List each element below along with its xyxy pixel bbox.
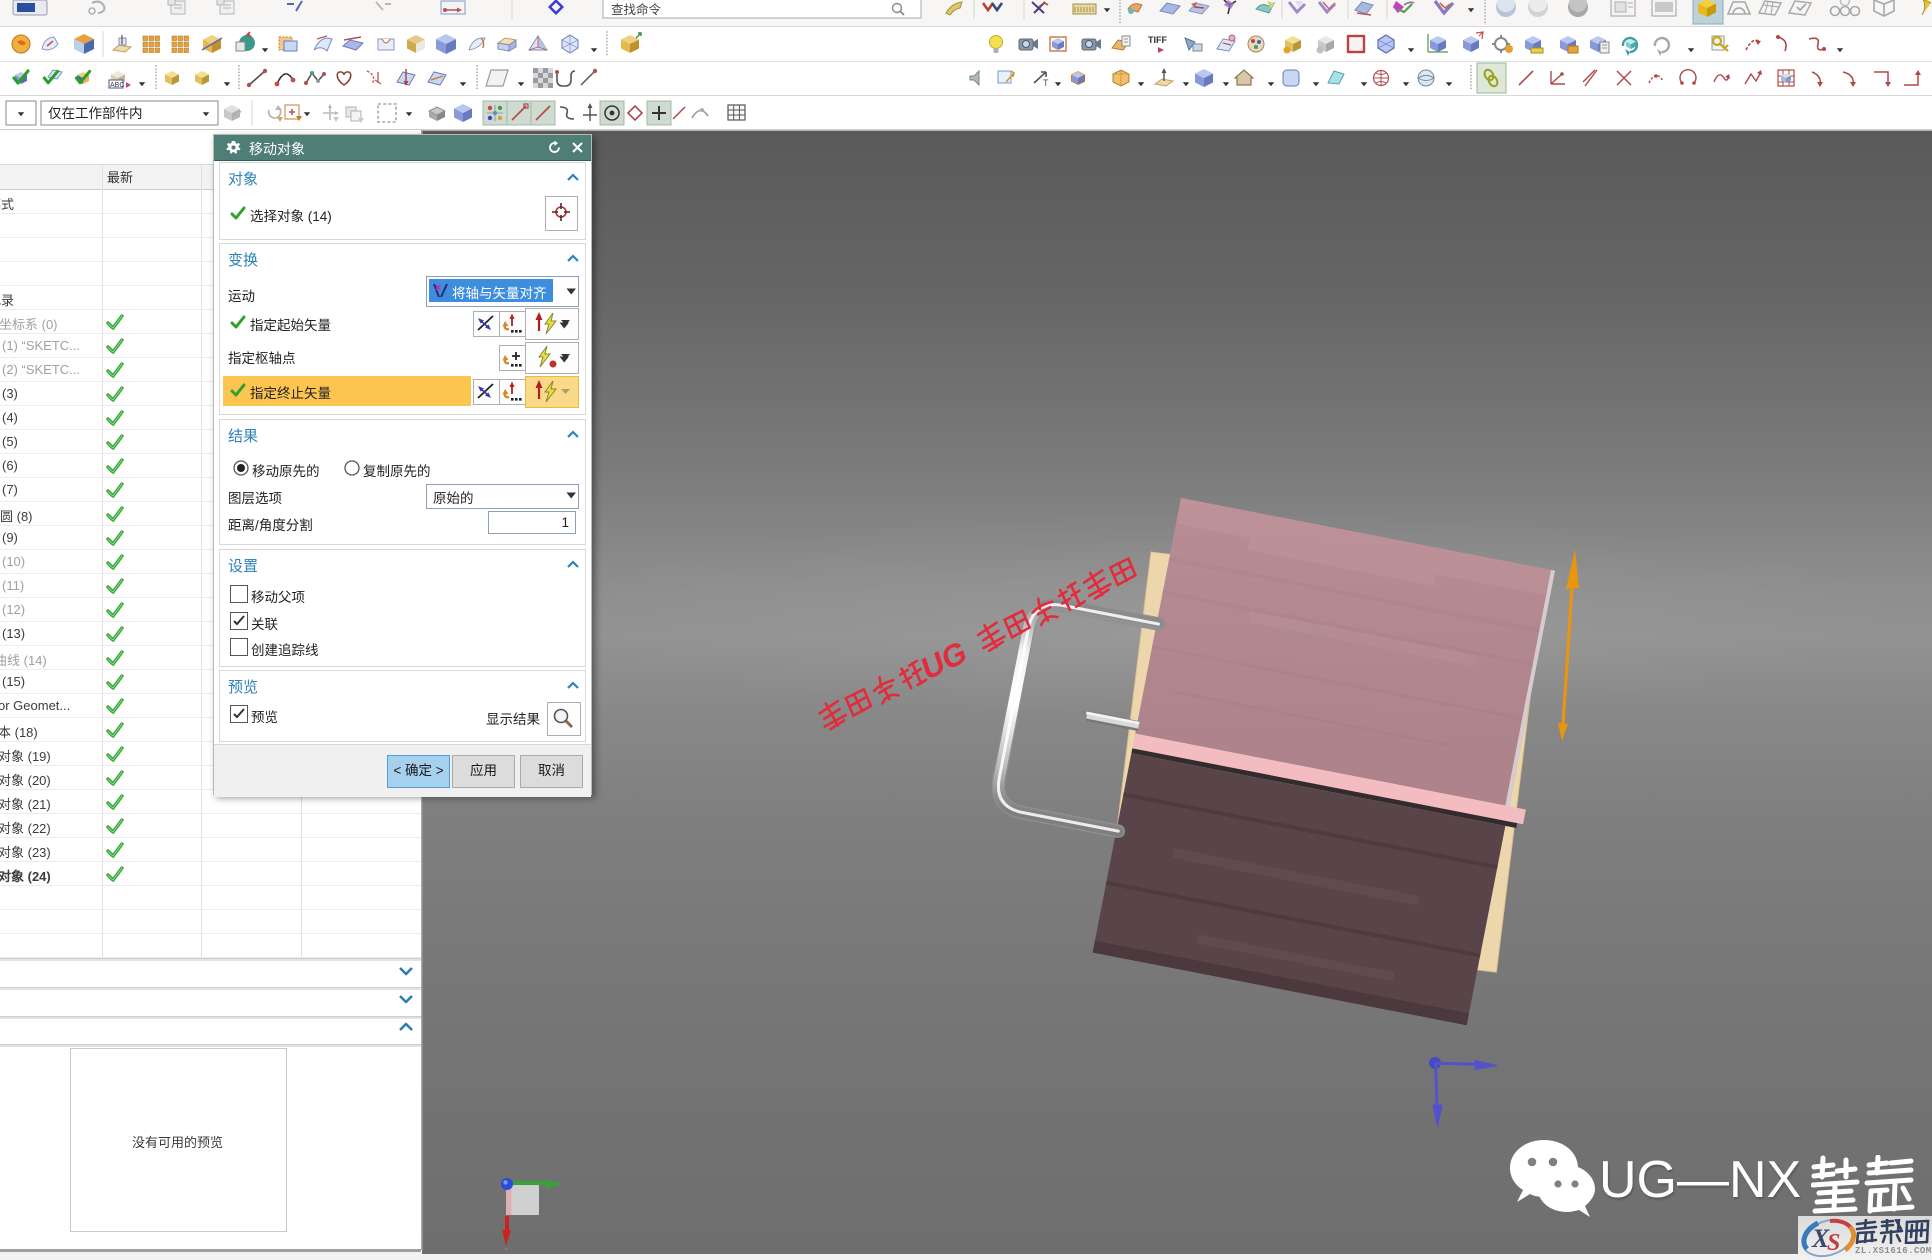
svg-text:查找命令: 查找命令 [611,2,662,17]
svg-text:UG: UG [918,633,971,687]
svg-text:S: S [1827,1230,1840,1256]
svg-text:ABC: ABC [110,82,124,89]
svg-text:T: T [1043,78,1049,88]
svg-text:TIFF: TIFF [1148,35,1167,45]
svg-text:仅在工作部件内: 仅在工作部件内 [48,106,143,121]
